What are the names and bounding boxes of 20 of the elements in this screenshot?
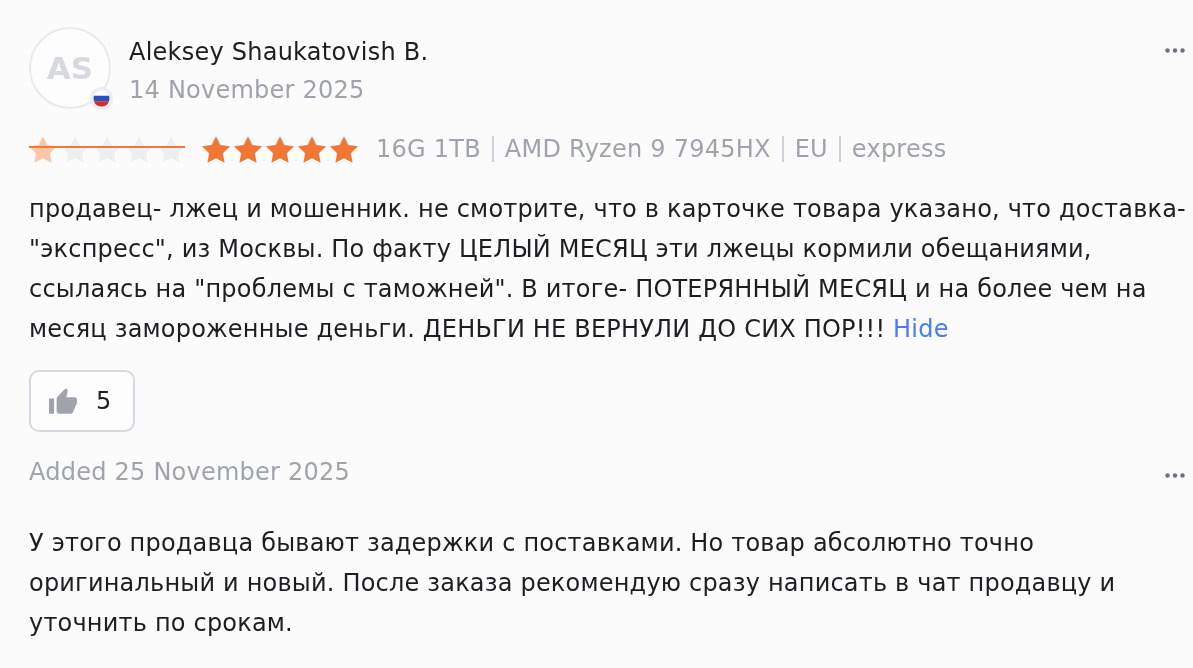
review-update-text: У этого продавца бывают задержки с поставками. Но товар абсолютно точно оригинальный и новый. После заказа рекомендую сразу написать в чат продавцу и уточнить по срокам. — [29, 528, 1117, 639]
thumbs-up-icon — [49, 388, 77, 414]
product-option-text: express — [851, 135, 947, 163]
review-text: продавец- лжец и мошенник. не смотрите, что в карточке товара указано, что доставка- "экспресс", из Москвы. По факту ЦЕЛЫЙ МЕСЯЦ эти лжецы кормили обещаниями, ссылаясь на "проблемы с таможней". В итоге- ПОТЕРЯННЫЙ МЕСЯЦ и на более чем на месяц замороженные деньги. ДЕНЬГИ НЕ ВЕРНУЛИ ДО СИХ ПОР!!! Hide — [29, 194, 1187, 345]
hide-link[interactable]: Hide — [893, 315, 949, 343]
author-name: Aleksey Shaukatovish B. — [129, 37, 429, 68]
review-date: 14 November 2025 — [129, 75, 365, 106]
star-icon — [298, 135, 326, 163]
star-icon — [202, 135, 230, 163]
more-menu-icon[interactable] — [1165, 48, 1185, 53]
more-menu-icon[interactable] — [1165, 472, 1185, 478]
product-option-text: 16G 1TB — [376, 135, 481, 163]
star-icon — [266, 135, 294, 163]
like-button[interactable]: 5 — [29, 370, 135, 432]
product-option-text: EU — [794, 135, 828, 163]
star-icon — [234, 135, 262, 163]
product-option-text: AMD Ryzen 9 7945HX — [504, 135, 771, 163]
added-date: Added 25 November 2025 — [29, 457, 351, 488]
flag-icon — [90, 87, 113, 110]
star-icon — [330, 135, 358, 163]
